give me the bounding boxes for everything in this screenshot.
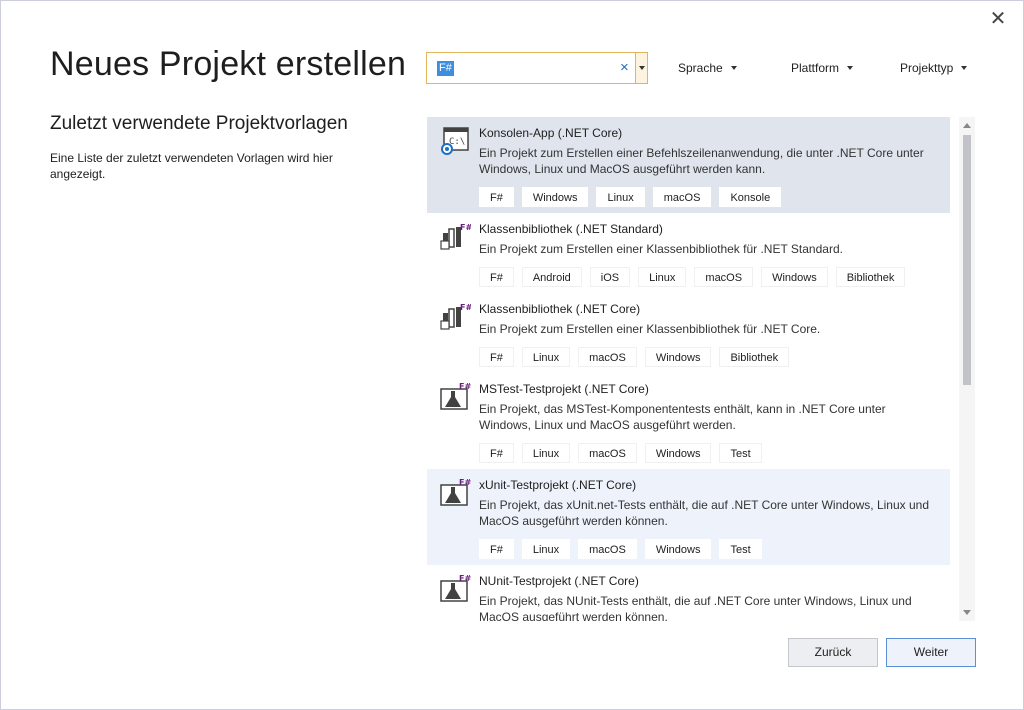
close-icon[interactable]: ✕ <box>987 9 1009 31</box>
tag: F# <box>479 267 514 287</box>
page-title: Neues Projekt erstellen <box>50 45 407 83</box>
tag: iOS <box>589 267 631 287</box>
search-input[interactable] <box>436 54 606 82</box>
tag: Linux <box>638 267 687 287</box>
recent-templates-heading: Zuletzt verwendete Projektvorlagen <box>50 113 348 134</box>
svg-text:F#: F# <box>459 382 471 391</box>
recent-templates-description: Eine Liste der zuletzt verwendeten Vorla… <box>50 151 333 181</box>
tag: Linux <box>521 443 571 463</box>
search-history-dropdown[interactable] <box>635 53 647 83</box>
tag: Konsole <box>719 187 782 207</box>
console-app-icon: C:\ <box>439 125 471 157</box>
chevron-down-icon <box>638 66 645 70</box>
class-library-icon: F# <box>439 301 472 333</box>
template-tags: F# Linux macOS Windows Bibliothek <box>479 347 950 367</box>
template-item-class-library-standard[interactable]: F# Klassenbibliothek (.NET Standard) Ein… <box>427 213 950 293</box>
template-title: Klassenbibliothek (.NET Standard) <box>479 222 663 236</box>
class-library-icon: F# <box>439 221 472 253</box>
tag: macOS <box>578 347 637 367</box>
scroll-up-icon[interactable] <box>963 123 971 128</box>
tag: Android <box>521 267 582 287</box>
tag: Test <box>719 539 762 559</box>
template-item-xunit[interactable]: F# xUnit-Testprojekt (.NET Core) Ein Pro… <box>427 469 950 565</box>
tag: Linux <box>596 187 645 207</box>
test-project-icon: F# <box>439 381 471 413</box>
template-title: xUnit-Testprojekt (.NET Core) <box>479 478 637 492</box>
svg-text:F#: F# <box>460 303 471 312</box>
scrollbar-thumb[interactable] <box>963 135 971 385</box>
language-filter-label: Sprache <box>678 61 723 75</box>
platform-filter-label: Plattform <box>791 61 840 75</box>
tag: macOS <box>694 267 754 287</box>
tag: macOS <box>578 539 637 559</box>
template-list-scrollbar[interactable] <box>959 117 975 621</box>
template-item-nunit[interactable]: F# NUnit-Testprojekt (.NET Core) Ein Pro… <box>427 565 950 621</box>
tag: F# <box>479 347 514 367</box>
template-description: Ein Projekt zum Erstellen einer Befehlsz… <box>479 146 924 176</box>
tag: Bibliothek <box>835 267 906 287</box>
template-item-class-library-core[interactable]: F# Klassenbibliothek (.NET Core) Ein Pro… <box>427 293 950 373</box>
clear-search-icon[interactable]: × <box>620 59 629 76</box>
tag: F# <box>479 187 514 207</box>
test-project-icon: F# <box>439 573 471 605</box>
tag: Windows <box>521 187 589 207</box>
search-input-value: F# <box>437 61 454 76</box>
template-tags: F# Windows Linux macOS Konsole <box>479 187 950 207</box>
chevron-down-icon <box>847 66 854 70</box>
tag: Windows <box>644 539 712 559</box>
svg-text:F#: F# <box>459 574 471 583</box>
tag: Linux <box>521 347 571 367</box>
template-title: Klassenbibliothek (.NET Core) <box>479 302 641 316</box>
tag: macOS <box>652 187 712 207</box>
template-tags: F# Linux macOS Windows Test <box>479 539 950 559</box>
template-description: Ein Projekt zum Erstellen einer Klassenb… <box>479 322 821 336</box>
template-description: Ein Projekt zum Erstellen einer Klassenb… <box>479 242 843 256</box>
template-description: Ein Projekt, das xUnit.net-Tests enthält… <box>479 498 929 528</box>
back-button[interactable]: Zurück <box>788 638 878 667</box>
tag: Linux <box>521 539 571 559</box>
tag: Test <box>719 443 762 463</box>
project-type-filter-dropdown[interactable]: Projekttyp <box>900 61 968 75</box>
chevron-down-icon <box>961 66 968 70</box>
tag: F# <box>479 443 514 463</box>
template-title: Konsolen-App (.NET Core) <box>479 126 623 140</box>
template-item-console-app[interactable]: C:\ Konsolen-App (.NET Core) Ein Projekt… <box>427 117 950 213</box>
test-project-icon: F# <box>439 477 471 509</box>
platform-filter-dropdown[interactable]: Plattform <box>791 61 854 75</box>
tag: F# <box>479 539 514 559</box>
tag: Windows <box>644 443 712 463</box>
template-description: Ein Projekt, das NUnit-Tests enthält, di… <box>479 594 912 621</box>
template-description: Ein Projekt, das MSTest-Komponententests… <box>479 402 886 432</box>
tag: Windows <box>761 267 828 287</box>
svg-text:F#: F# <box>459 478 471 487</box>
template-tags: F# Android iOS Linux macOS Windows Bibli… <box>479 267 950 287</box>
svg-text:F#: F# <box>460 223 471 232</box>
next-button[interactable]: Weiter <box>886 638 976 667</box>
template-title: MSTest-Testprojekt (.NET Core) <box>479 382 649 396</box>
tag: Windows <box>644 347 712 367</box>
template-title: NUnit-Testprojekt (.NET Core) <box>479 574 639 588</box>
project-type-filter-label: Projekttyp <box>900 61 954 75</box>
tag: Bibliothek <box>719 347 790 367</box>
chevron-down-icon <box>730 66 737 70</box>
template-search-box[interactable]: F# × <box>426 52 648 84</box>
template-tags: F# Linux macOS Windows Test <box>479 443 950 463</box>
tag: macOS <box>578 443 637 463</box>
template-list[interactable]: C:\ Konsolen-App (.NET Core) Ein Projekt… <box>427 117 950 621</box>
scroll-down-icon[interactable] <box>963 610 971 615</box>
language-filter-dropdown[interactable]: Sprache <box>678 61 737 75</box>
template-item-mstest[interactable]: F# MSTest-Testprojekt (.NET Core) Ein Pr… <box>427 373 950 469</box>
new-project-dialog: ✕ Neues Projekt erstellen Zuletzt verwen… <box>0 0 1024 710</box>
